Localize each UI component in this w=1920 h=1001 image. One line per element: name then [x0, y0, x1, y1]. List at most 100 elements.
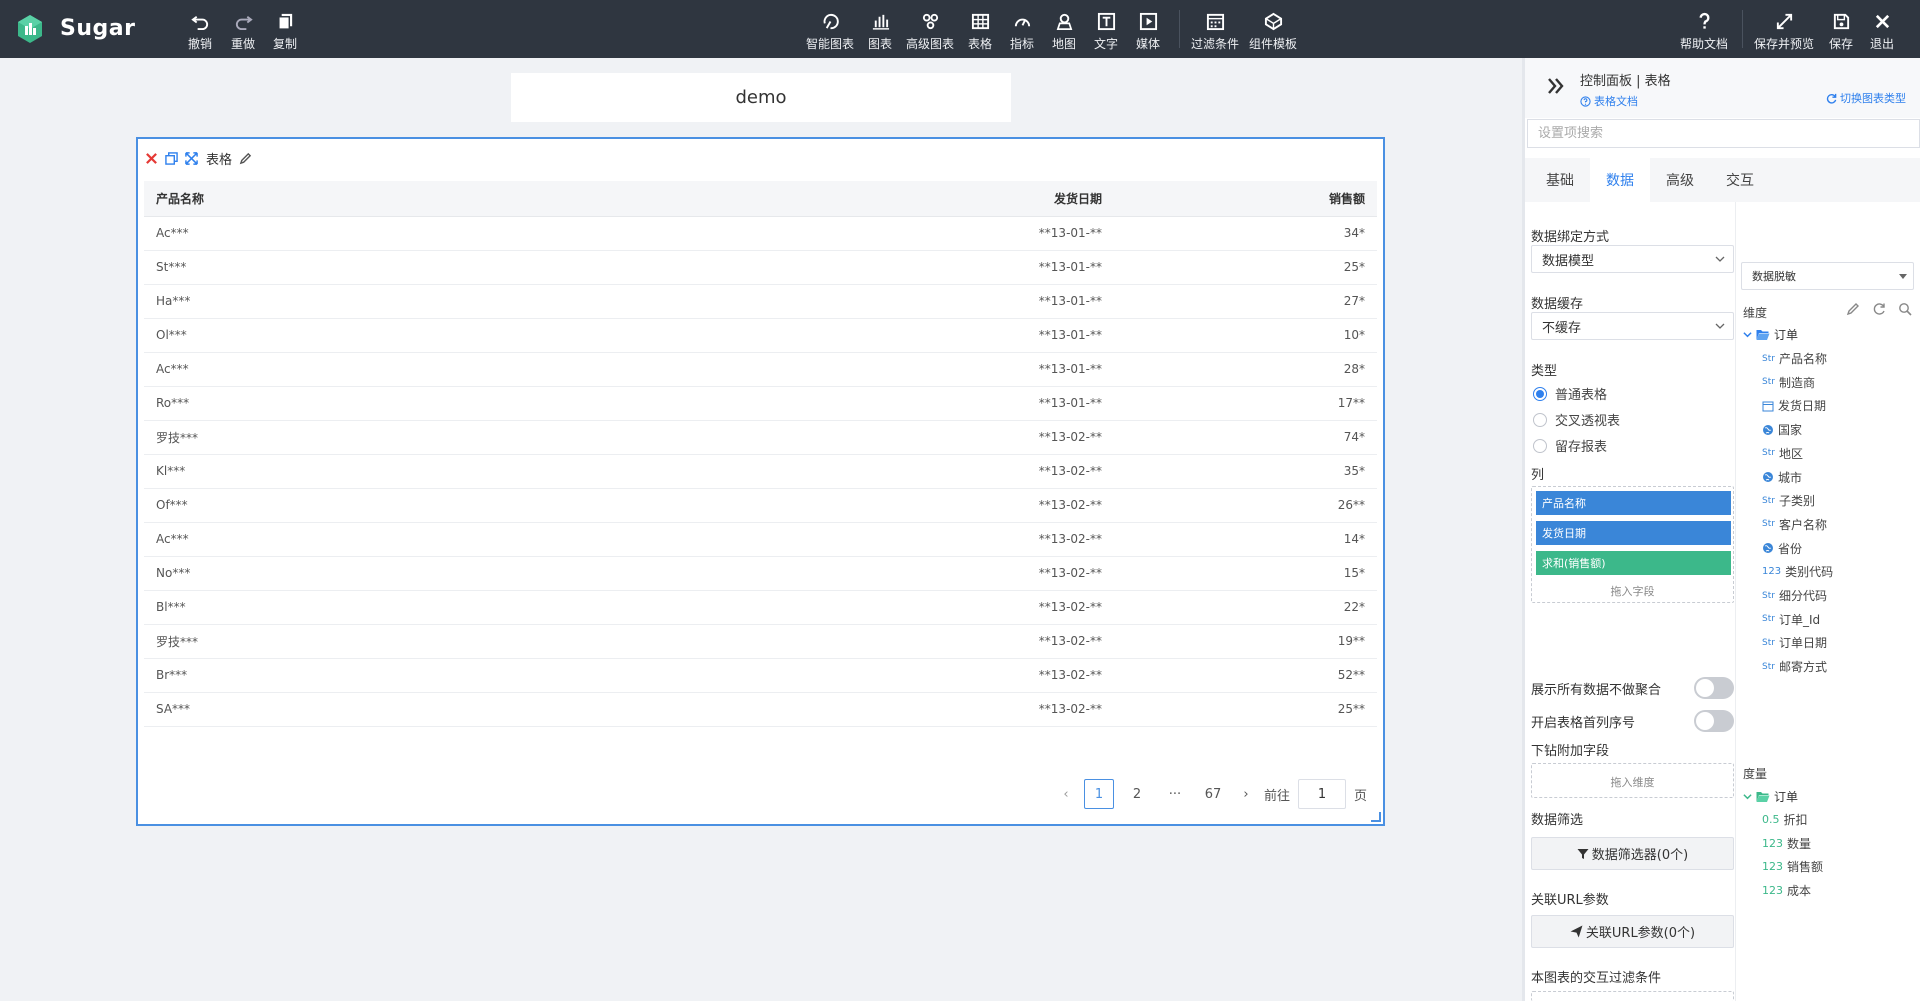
media-button[interactable]: 媒体: [1136, 10, 1160, 52]
dimension-field[interactable]: Str 邮寄方式: [1762, 658, 1827, 675]
dimension-folder-orders[interactable]: 订单: [1743, 326, 1798, 343]
help-doc-button[interactable]: 帮助文档: [1680, 10, 1728, 52]
column-header[interactable]: 产品名称: [144, 181, 744, 217]
table-button[interactable]: 表格: [968, 10, 992, 52]
table-row[interactable]: Ha*** **13-01-** 27*: [144, 284, 1377, 319]
map-button[interactable]: 地图: [1052, 10, 1076, 52]
undo-button[interactable]: 撤销: [188, 10, 212, 52]
measure-field[interactable]: 123 成本: [1762, 882, 1811, 899]
data-filter-button[interactable]: 数据筛选器(0个): [1531, 837, 1734, 870]
url-param-button[interactable]: 关联URL参数(0个): [1531, 915, 1734, 948]
table-cell: Bl***: [144, 590, 744, 625]
measure-field[interactable]: 0.5 折扣: [1762, 811, 1808, 828]
table-row[interactable]: Br*** **13-02-** 52**: [144, 658, 1377, 693]
binding-select[interactable]: 数据模型: [1531, 245, 1734, 273]
page-ellipsis[interactable]: ···: [1160, 779, 1190, 809]
row-number-toggle[interactable]: [1694, 710, 1734, 732]
dimension-field[interactable]: Str 制造商: [1762, 374, 1815, 391]
help-circle-icon: [1580, 95, 1591, 107]
show-all-data-toggle[interactable]: [1694, 677, 1734, 699]
page-number[interactable]: 67: [1198, 779, 1228, 809]
table-row[interactable]: No*** **13-02-** 15*: [144, 556, 1377, 591]
column-header[interactable]: 销售额: [1114, 181, 1377, 217]
redo-button[interactable]: 重做: [231, 10, 255, 52]
dimension-field[interactable]: 国家: [1762, 421, 1802, 438]
table-row[interactable]: Of*** **13-02-** 26**: [144, 488, 1377, 523]
fullscreen-widget-icon[interactable]: [184, 152, 198, 166]
table-widget[interactable]: 表格 产品名称 发货日期 销售额 Ac*** **13-01-** 34* St***…: [136, 137, 1385, 826]
duplicate-widget-icon[interactable]: [164, 152, 178, 166]
metric-button[interactable]: 指标: [1010, 10, 1034, 52]
page-number[interactable]: 2: [1122, 779, 1152, 809]
radio-pivot-table[interactable]: 交叉透视表: [1533, 410, 1620, 429]
dimension-field[interactable]: 省份: [1762, 540, 1802, 557]
column-chip[interactable]: 产品名称: [1536, 491, 1731, 515]
resize-handle[interactable]: [1371, 812, 1381, 822]
table-doc-link[interactable]: 表格文档: [1580, 93, 1638, 109]
component-template-button[interactable]: 组件模板: [1249, 10, 1297, 52]
drill-dropzone[interactable]: 拖入维度: [1531, 763, 1734, 798]
search-icon[interactable]: [1898, 302, 1912, 316]
toolbar-separator: [1742, 10, 1743, 48]
table-row[interactable]: SA*** **13-02-** 25**: [144, 692, 1377, 727]
dimension-field[interactable]: Str 细分代码: [1762, 587, 1827, 604]
table-row[interactable]: Ac*** **13-02-** 14*: [144, 522, 1377, 557]
table-cell: 26**: [1114, 488, 1377, 523]
dimension-field[interactable]: Str 客户名称: [1762, 516, 1827, 533]
table-row[interactable]: 罗技*** **13-02-** 19**: [144, 624, 1377, 659]
exit-button[interactable]: 退出: [1870, 10, 1894, 52]
filter-condition-button[interactable]: 过滤条件: [1191, 10, 1239, 52]
tab-data[interactable]: 数据: [1590, 158, 1650, 202]
table-row[interactable]: Ol*** **13-01-** 10*: [144, 318, 1377, 353]
smart-chart-button[interactable]: 智能图表: [806, 10, 854, 52]
dimension-field[interactable]: Str 订单_Id: [1762, 611, 1820, 628]
dashboard-title[interactable]: demo: [511, 73, 1011, 122]
column-chip[interactable]: 发货日期: [1536, 521, 1731, 545]
tab-basic[interactable]: 基础: [1530, 158, 1590, 202]
table-row[interactable]: Kl*** **13-02-** 35*: [144, 454, 1377, 489]
table-row[interactable]: 罗技*** **13-02-** 74*: [144, 420, 1377, 455]
dimension-field[interactable]: 123 类别代码: [1762, 563, 1833, 580]
column-chip[interactable]: 求和(销售额): [1536, 551, 1731, 575]
dimension-field[interactable]: 发货日期: [1762, 397, 1826, 414]
table-row[interactable]: Bl*** **13-02-** 22*: [144, 590, 1377, 625]
delete-widget-icon[interactable]: [144, 152, 158, 166]
table-row[interactable]: St*** **13-01-** 25*: [144, 250, 1377, 285]
dimension-field[interactable]: 城市: [1762, 469, 1802, 486]
page-number[interactable]: 1: [1083, 779, 1114, 809]
advanced-chart-button[interactable]: 高级图表: [906, 10, 954, 52]
save-button[interactable]: 保存: [1829, 10, 1853, 52]
table-row[interactable]: Ro*** **13-01-** 17**: [144, 386, 1377, 421]
copy-button[interactable]: 复制: [273, 10, 297, 52]
cache-select[interactable]: 不缓存: [1531, 312, 1734, 340]
prev-page-icon[interactable]: ‹: [1056, 779, 1076, 809]
tab-advanced[interactable]: 高级: [1650, 158, 1710, 202]
dimension-field[interactable]: Str 产品名称: [1762, 350, 1827, 367]
dimension-field[interactable]: Str 订单日期: [1762, 634, 1827, 651]
table-row[interactable]: Ac*** **13-01-** 34*: [144, 216, 1377, 251]
refresh-icon[interactable]: [1872, 302, 1886, 316]
goto-page-input[interactable]: [1297, 779, 1346, 809]
table-row[interactable]: Ac*** **13-01-** 28*: [144, 352, 1377, 387]
interact-dropzone[interactable]: [1531, 991, 1734, 1001]
settings-search-input[interactable]: [1527, 119, 1920, 148]
measure-field[interactable]: 123 数量: [1762, 835, 1811, 852]
next-page-icon[interactable]: ›: [1236, 779, 1256, 809]
edit-title-icon[interactable]: [238, 152, 252, 166]
dimension-field[interactable]: Str 地区: [1762, 445, 1803, 462]
tab-interaction[interactable]: 交互: [1710, 158, 1770, 202]
dimension-field[interactable]: Str 子类别: [1762, 492, 1815, 509]
chart-button[interactable]: 图表: [868, 10, 892, 52]
measure-folder-orders[interactable]: 订单: [1743, 788, 1798, 805]
pencil-icon[interactable]: [1846, 302, 1860, 316]
collapse-panel-icon[interactable]: [1545, 75, 1567, 97]
radio-retention-report[interactable]: 留存报表: [1533, 436, 1607, 455]
measure-field[interactable]: 123 销售额: [1762, 858, 1823, 875]
switch-chart-type-link[interactable]: 切换图表类型: [1826, 90, 1906, 106]
save-and-preview-button[interactable]: 保存并预览: [1754, 10, 1814, 52]
data-mask-select[interactable]: 数据脱敏: [1741, 262, 1914, 290]
radio-normal-table[interactable]: 普通表格: [1533, 384, 1607, 403]
text-button[interactable]: 文字: [1094, 10, 1118, 52]
columns-dropzone[interactable]: 产品名称 发货日期 求和(销售额) 拖入字段: [1531, 486, 1734, 603]
column-header[interactable]: 发货日期: [744, 181, 1114, 217]
